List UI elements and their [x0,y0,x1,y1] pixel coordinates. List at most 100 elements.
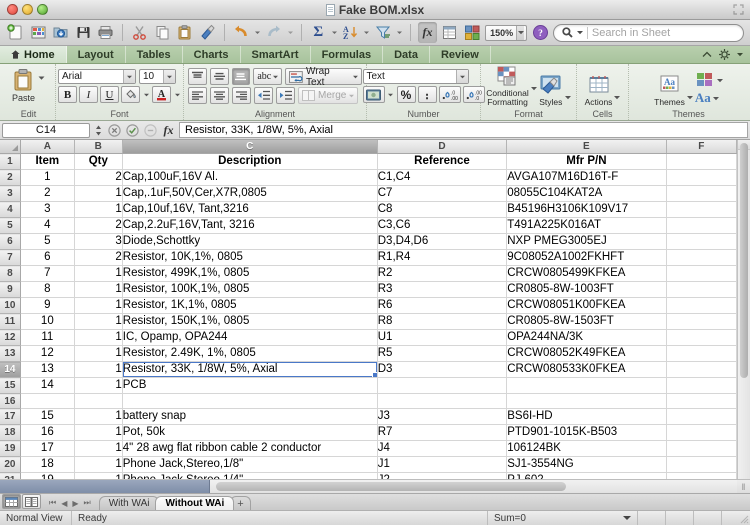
prev-sheet-button[interactable]: ◀ [61,499,67,508]
cell-F11[interactable] [666,314,736,330]
cell-E13[interactable]: CRCW08052K49FKEA [507,346,666,362]
cell-B4[interactable]: 1 [74,202,122,218]
cell-A7[interactable]: 6 [20,250,74,266]
row-header-15[interactable]: 15 [0,378,20,394]
column-header-b[interactable]: B [74,140,122,154]
cell-B11[interactable]: 1 [74,314,122,330]
cell-D19[interactable]: J4 [377,441,506,457]
horizontal-scrollbar[interactable] [210,480,737,493]
cell-C5[interactable]: Cap,2.2uF,16V,Tant, 3216 [122,218,377,234]
tab-review[interactable]: Review [430,46,491,63]
cell-E16[interactable] [507,394,666,409]
row-header-7[interactable]: 7 [0,250,20,266]
gear-icon[interactable] [719,49,730,60]
table-row[interactable]: 20181Phone Jack,Stereo,1/8"J1SJ1-3554NG [0,457,737,473]
next-sheet-button[interactable]: ▶ [72,499,78,508]
zoom-control[interactable]: 150% [485,25,527,41]
number-format-select[interactable]: Text [363,69,469,84]
table-row[interactable]: 212Cap,100uF,16V Al.C1,C4AVGA107M16D16T-… [0,170,737,186]
toolbox-icon[interactable] [463,22,482,43]
column-header-d[interactable]: D [377,140,506,154]
table-row[interactable]: 1ItemQtyDescriptionReferenceMfr P/N [0,154,737,170]
cancel-edit-icon[interactable] [107,123,122,138]
table-row[interactable]: 871Resistor, 499K,1%, 0805R2CRCW0805499K… [0,266,737,282]
column-header-a[interactable]: A [20,140,74,154]
cell-F4[interactable] [666,202,736,218]
cell-C20[interactable]: Phone Jack,Stereo,1/8" [122,457,377,473]
horizontal-scrollbar-thumb[interactable] [216,482,566,491]
search-input[interactable]: Search in Sheet [553,24,744,42]
row-header-8[interactable]: 8 [0,266,20,282]
paste-button[interactable]: Paste [12,68,35,103]
cell-E8[interactable]: CRCW0805499KFKEA [507,266,666,282]
cell-E15[interactable] [507,378,666,394]
theme-fonts-dropdown-icon[interactable] [713,96,719,101]
zoom-dropdown-icon[interactable] [516,26,524,40]
copy-icon[interactable] [153,22,172,43]
table-row[interactable]: 16 [0,394,737,409]
row-header-20[interactable]: 20 [0,457,20,473]
ribbon-options-dropdown-icon[interactable] [737,52,743,57]
cell-C6[interactable]: Diode,Schottky [122,234,377,250]
cell-D6[interactable]: D3,D4,D6 [377,234,506,250]
cell-A10[interactable]: 9 [20,298,74,314]
row-header-18[interactable]: 18 [0,425,20,441]
actions-dropdown-icon[interactable] [614,95,620,100]
filter-dropdown-icon[interactable] [396,22,403,43]
confirm-edit-icon[interactable] [125,123,140,138]
cell-D11[interactable]: R8 [377,314,506,330]
undo-dropdown-icon[interactable] [254,22,261,43]
orientation-button[interactable]: abc [253,68,282,85]
sheet-tab-without-wai[interactable]: Without WAi [155,496,234,510]
cell-A13[interactable]: 12 [20,346,74,362]
styles-button[interactable]: Styles [539,75,563,107]
cell-E1[interactable]: Mfr P/N [507,154,666,170]
tab-home[interactable]: Home [0,46,67,63]
paste-dropdown-icon[interactable] [38,75,45,81]
normal-view-button[interactable] [2,494,21,509]
cell-E5[interactable]: T491A225K016AT [507,218,666,234]
table-row[interactable]: 762Resistor, 10K,1%, 0805R1,R49C08052A10… [0,250,737,266]
row-header-6[interactable]: 6 [0,234,20,250]
table-row[interactable]: 981Resistor, 100K,1%, 0805R3CR0805-8W-10… [0,282,737,298]
sort-dropdown-icon[interactable] [363,22,370,43]
first-sheet-button[interactable]: ⏮ [49,498,56,508]
sum-dropdown-icon[interactable] [623,515,631,521]
select-all-corner[interactable] [0,140,20,154]
cell-F18[interactable] [666,425,736,441]
cell-C13[interactable]: Resistor, 2.49K, 1%, 0805 [122,346,377,362]
row-header-17[interactable]: 17 [0,409,20,425]
cell-F14[interactable] [666,362,736,378]
table-row[interactable]: 653Diode,SchottkyD3,D4,D6NXP PMEG3005EJ [0,234,737,250]
tab-tables[interactable]: Tables [126,46,183,63]
styles-dropdown-icon[interactable] [565,95,571,100]
font-family-select[interactable]: Arial [58,69,136,84]
cell-A3[interactable]: 2 [20,186,74,202]
cell-E19[interactable]: 106124BK [507,441,666,457]
table-row[interactable]: 321Cap,.1uF,50V,Cer,X7R,0805C708055C104K… [0,186,737,202]
row-header-5[interactable]: 5 [0,218,20,234]
cell-C9[interactable]: Resistor, 100K,1%, 0805 [122,282,377,298]
currency-button[interactable] [363,86,385,103]
cell-E17[interactable]: BS6I-HD [507,409,666,425]
cell-A18[interactable]: 16 [20,425,74,441]
cell-E12[interactable]: OPA244NA/3K [507,330,666,346]
cell-F8[interactable] [666,266,736,282]
cell-F12[interactable] [666,330,736,346]
cut-icon[interactable] [130,22,149,43]
scroll-resize-grip[interactable]: ‖ [737,480,750,493]
cell-F10[interactable] [666,298,736,314]
table-row[interactable]: 15141PCB [0,378,737,394]
cell-F13[interactable] [666,346,736,362]
cell-D2[interactable]: C1,C4 [377,170,506,186]
table-row[interactable]: 542Cap,2.2uF,16V,Tant, 3216C3,C6T491A225… [0,218,737,234]
table-row[interactable]: 191714" 28 awg flat ribbon cable 2 condu… [0,441,737,457]
font-size-dropdown-icon[interactable] [163,70,175,83]
cell-E6[interactable]: NXP PMEG3005EJ [507,234,666,250]
cell-B15[interactable]: 1 [74,378,122,394]
increase-indent-button[interactable] [276,87,295,104]
cell-A12[interactable]: 11 [20,330,74,346]
name-box-stepper[interactable] [93,123,104,138]
print-icon[interactable] [96,22,115,43]
themes-button[interactable]: Aa Themes [654,75,685,107]
